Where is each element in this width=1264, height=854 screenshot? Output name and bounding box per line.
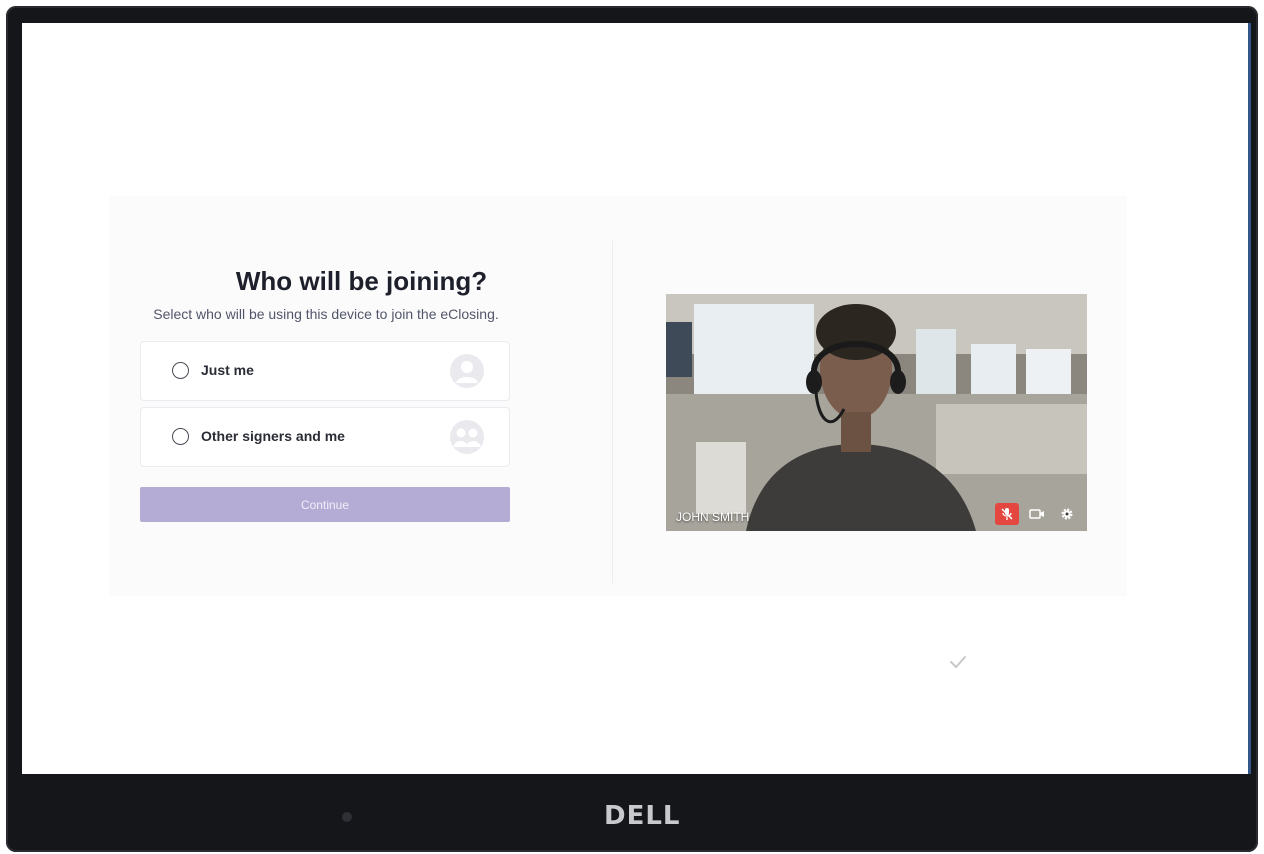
- monitor-frame: Who will be joining? Select who will be …: [6, 6, 1258, 852]
- settings-icon: [1061, 508, 1073, 520]
- page-subtitle: Select who will be using this device to …: [153, 306, 499, 322]
- screen: Who will be joining? Select who will be …: [22, 23, 1251, 774]
- radio-other-signers[interactable]: [172, 428, 189, 445]
- camera-icon: [1029, 509, 1044, 519]
- mic-muted-icon: [1001, 508, 1013, 520]
- continue-button[interactable]: Continue: [140, 487, 510, 522]
- brand-logo: DELL: [604, 801, 681, 831]
- participant-name: JOHN SMITH: [676, 510, 750, 524]
- webcam-lens: [342, 812, 352, 822]
- option-label: Other signers and me: [201, 428, 345, 444]
- page-title: Who will be joining?: [235, 266, 488, 296]
- join-dialog: Who will be joining? Select who will be …: [109, 196, 1127, 596]
- group-users-icon: [450, 420, 484, 454]
- join-options-panel: Who will be joining? Select who will be …: [109, 196, 612, 596]
- mute-toggle-button[interactable]: [995, 503, 1019, 525]
- settings-button[interactable]: [1055, 503, 1079, 525]
- video-controls: [995, 503, 1079, 525]
- divider: [612, 241, 613, 583]
- option-other-signers[interactable]: Other signers and me: [140, 407, 510, 467]
- option-label: Just me: [201, 362, 254, 378]
- checkmark-icon: [950, 656, 966, 669]
- radio-just-me[interactable]: [172, 362, 189, 379]
- camera-toggle-button[interactable]: [1025, 503, 1049, 525]
- single-user-icon: [450, 354, 484, 388]
- option-just-me[interactable]: Just me: [140, 341, 510, 401]
- video-preview: JOHN SMITH: [666, 294, 1087, 531]
- webcam-feed: [666, 294, 1087, 531]
